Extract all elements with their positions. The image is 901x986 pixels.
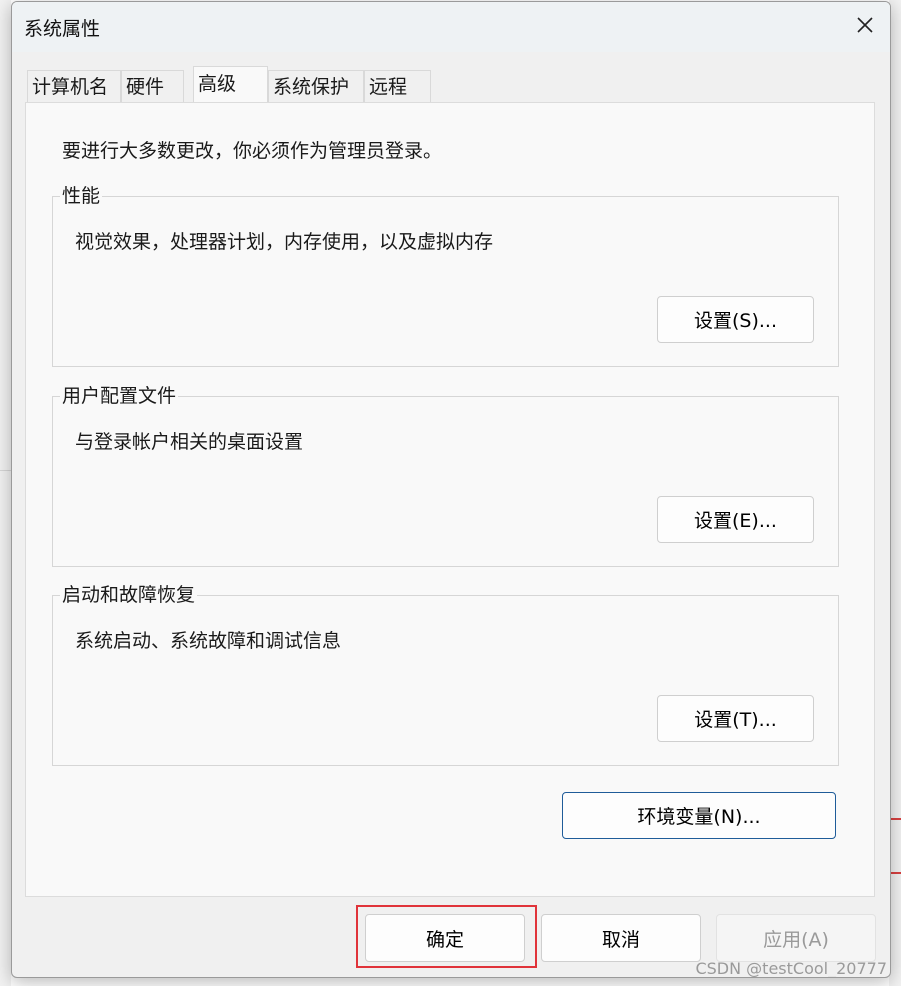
user-profiles-settings-button[interactable]: 设置(E)...	[657, 496, 814, 543]
tab-hardware[interactable]: 硬件	[121, 70, 184, 102]
ok-button[interactable]: 确定	[365, 914, 525, 962]
close-icon	[856, 16, 874, 38]
system-properties-dialog: 系统属性 计算机名 硬件 高级 系统保护 远程 要进行大多数更改，你必须作为管理…	[11, 1, 891, 978]
close-button[interactable]	[840, 2, 890, 52]
tab-advanced[interactable]: 高级	[193, 66, 268, 102]
performance-description: 视觉效果，处理器计划，内存使用，以及虚拟内存	[75, 231, 494, 253]
tab-remote[interactable]: 远程	[364, 70, 431, 102]
startup-recovery-title: 启动和故障恢复	[60, 583, 198, 607]
tab-computer-name[interactable]: 计算机名	[27, 70, 121, 102]
background-divider	[0, 470, 11, 471]
startup-recovery-description: 系统启动、系统故障和调试信息	[75, 630, 342, 652]
admin-note: 要进行大多数更改，你必须作为管理员登录。	[62, 140, 443, 162]
title-bar: 系统属性	[12, 2, 890, 52]
performance-group: 性能 视觉效果，处理器计划，内存使用，以及虚拟内存 设置(S)...	[52, 184, 839, 367]
performance-title: 性能	[60, 184, 103, 208]
background-window-left	[0, 0, 11, 986]
user-profiles-description: 与登录帐户相关的桌面设置	[75, 431, 304, 453]
performance-settings-button[interactable]: 设置(S)...	[657, 296, 814, 343]
user-profiles-group: 用户配置文件 与登录帐户相关的桌面设置 设置(E)...	[52, 384, 839, 567]
tab-system-protection[interactable]: 系统保护	[268, 70, 364, 102]
watermark: CSDN @testCool_20777	[695, 959, 887, 978]
cancel-button[interactable]: 取消	[541, 914, 701, 962]
user-profiles-title: 用户配置文件	[60, 384, 179, 408]
advanced-tab-panel: 要进行大多数更改，你必须作为管理员登录。 性能 视觉效果，处理器计划，内存使用，…	[25, 102, 875, 897]
apply-button[interactable]: 应用(A)	[716, 914, 876, 962]
startup-recovery-settings-button[interactable]: 设置(T)...	[657, 695, 814, 742]
environment-variables-button[interactable]: 环境变量(N)...	[562, 792, 836, 839]
window-title: 系统属性	[24, 18, 101, 40]
startup-recovery-group: 启动和故障恢复 系统启动、系统故障和调试信息 设置(T)...	[52, 583, 839, 766]
